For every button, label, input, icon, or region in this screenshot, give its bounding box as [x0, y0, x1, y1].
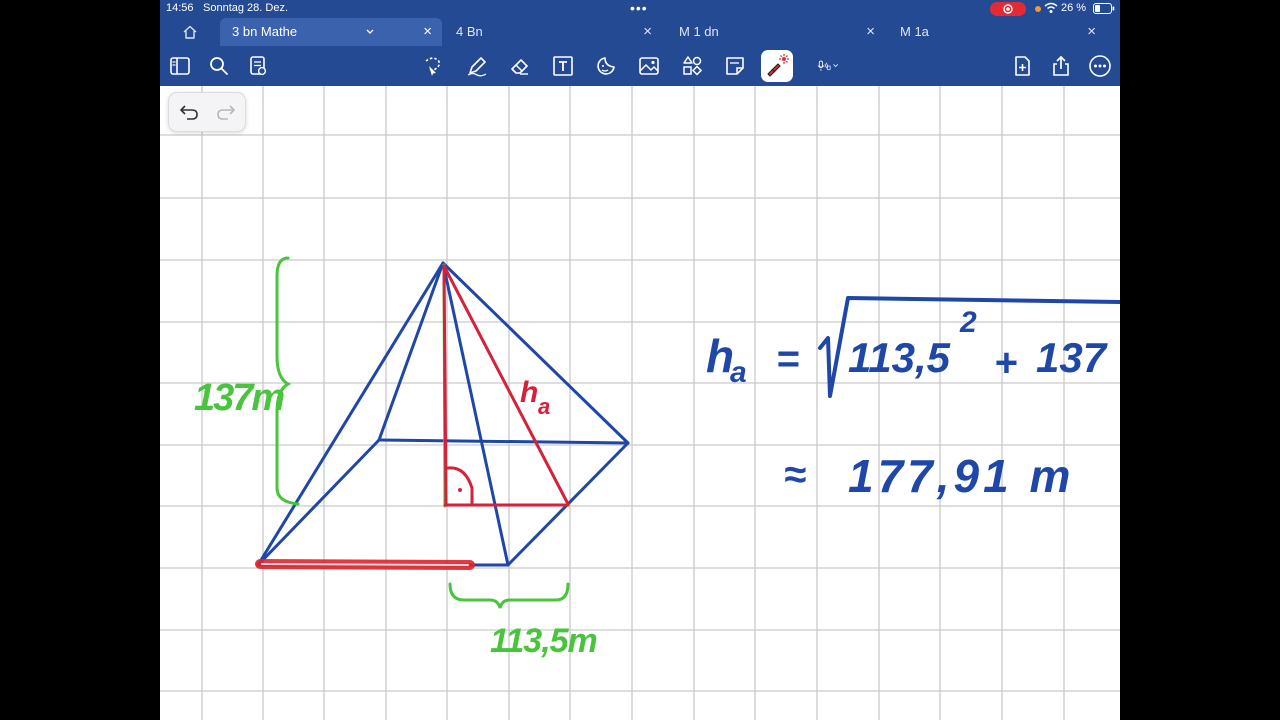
page-list-icon[interactable]	[246, 54, 270, 78]
formula-plus: +	[994, 341, 1017, 385]
pyramid-edge-front-left	[256, 261, 445, 567]
formula-lhs-subscript: a	[730, 356, 747, 389]
formula-result: 177,91 m	[848, 450, 1074, 502]
tab-m-1-dn[interactable]: M 1 dn ×	[667, 18, 885, 46]
lasso-icon[interactable]	[420, 54, 444, 78]
pyramid-edge-front-right	[441, 261, 510, 567]
sidebar-icon[interactable]	[168, 54, 192, 78]
date: Sonntag 28. Dez.	[203, 2, 289, 14]
axis-red-segment	[442, 266, 448, 506]
screen-recording-icon[interactable]	[990, 2, 1026, 16]
slant-height-label: h	[520, 376, 538, 409]
toolbar	[160, 46, 1120, 86]
battery-percent: 26 %	[1061, 2, 1087, 14]
tab-label: M 1a	[900, 24, 929, 39]
formula-exponent: 2	[959, 306, 977, 339]
right-angle-arc	[446, 466, 474, 506]
handwritten-drawing: 137m 113,5m h a h a = 113,5 2 + 137 ≈ 17…	[160, 86, 1120, 720]
multitasking-dots-icon[interactable]: •••	[630, 0, 648, 16]
close-tab-icon[interactable]: ×	[1087, 18, 1096, 46]
clock: 14:56	[166, 2, 194, 14]
battery-icon	[1093, 3, 1115, 17]
image-icon[interactable]	[637, 54, 661, 78]
formula-radicand-first: 113,5	[848, 334, 951, 381]
tab-label: 3 bn Mathe	[232, 24, 298, 39]
tab-label: M 1 dn	[679, 24, 719, 39]
status-bar: 14:56 Sonntag 28. Dez. ••• 26 %	[160, 0, 1120, 18]
height-label: 137m	[194, 377, 284, 419]
close-tab-icon[interactable]: ×	[423, 18, 432, 46]
close-tab-icon[interactable]: ×	[866, 18, 875, 46]
tab-m-1a[interactable]: M 1a ×	[888, 18, 1106, 46]
tab-label: 4 Bn	[456, 24, 483, 39]
right-angle-dot	[458, 488, 462, 492]
highlighted-base-half-core	[261, 563, 469, 566]
share-icon[interactable]	[1049, 54, 1073, 78]
note-canvas[interactable]: 137m 113,5m h a h a = 113,5 2 + 137 ≈ 17…	[160, 86, 1120, 720]
more-icon[interactable]	[1088, 54, 1112, 78]
text-box-icon[interactable]	[551, 54, 575, 78]
add-page-icon[interactable]	[1010, 54, 1034, 78]
undo-icon[interactable]	[177, 100, 201, 124]
app-screen: 14:56 Sonntag 28. Dez. ••• 26 % 3 bn Mat…	[160, 0, 1120, 720]
shapes-icon[interactable]	[680, 54, 704, 78]
search-icon[interactable]	[207, 54, 231, 78]
pyramid-base-back-edge	[377, 438, 630, 445]
close-tab-icon[interactable]: ×	[643, 18, 652, 46]
pen-icon[interactable]	[465, 54, 489, 78]
sticky-note-icon[interactable]	[723, 54, 747, 78]
home-icon[interactable]	[182, 24, 198, 45]
formula-radicand-second: 137	[1036, 334, 1108, 381]
mic-in-use-indicator	[1035, 6, 1041, 12]
sticker-icon[interactable]	[594, 54, 618, 78]
slant-height-subscript: a	[538, 394, 550, 419]
formula-equals: =	[776, 337, 799, 381]
laser-pointer-icon[interactable]	[761, 50, 793, 82]
tab-4-bn[interactable]: 4 Bn ×	[444, 18, 662, 46]
redo-icon[interactable]	[214, 100, 238, 124]
formula: h a = 113,5 2 + 137 ≈ 177,91 m	[706, 306, 1108, 502]
mic-icon[interactable]	[816, 54, 860, 78]
formula-approx: ≈	[784, 453, 806, 497]
undo-redo-panel	[168, 92, 246, 132]
wifi-icon	[1044, 2, 1058, 17]
base-half-label: 113,5m	[490, 622, 597, 660]
grid-lines	[160, 86, 1120, 720]
tab-3-bn-mathe[interactable]: 3 bn Mathe ×	[220, 18, 442, 46]
eraser-icon[interactable]	[508, 54, 532, 78]
tab-bar: 3 bn Mathe × 4 Bn × M 1 dn × M 1a ×	[160, 18, 1120, 46]
pyramid-edge-back-right	[441, 261, 630, 445]
slant-height-line	[442, 264, 570, 506]
